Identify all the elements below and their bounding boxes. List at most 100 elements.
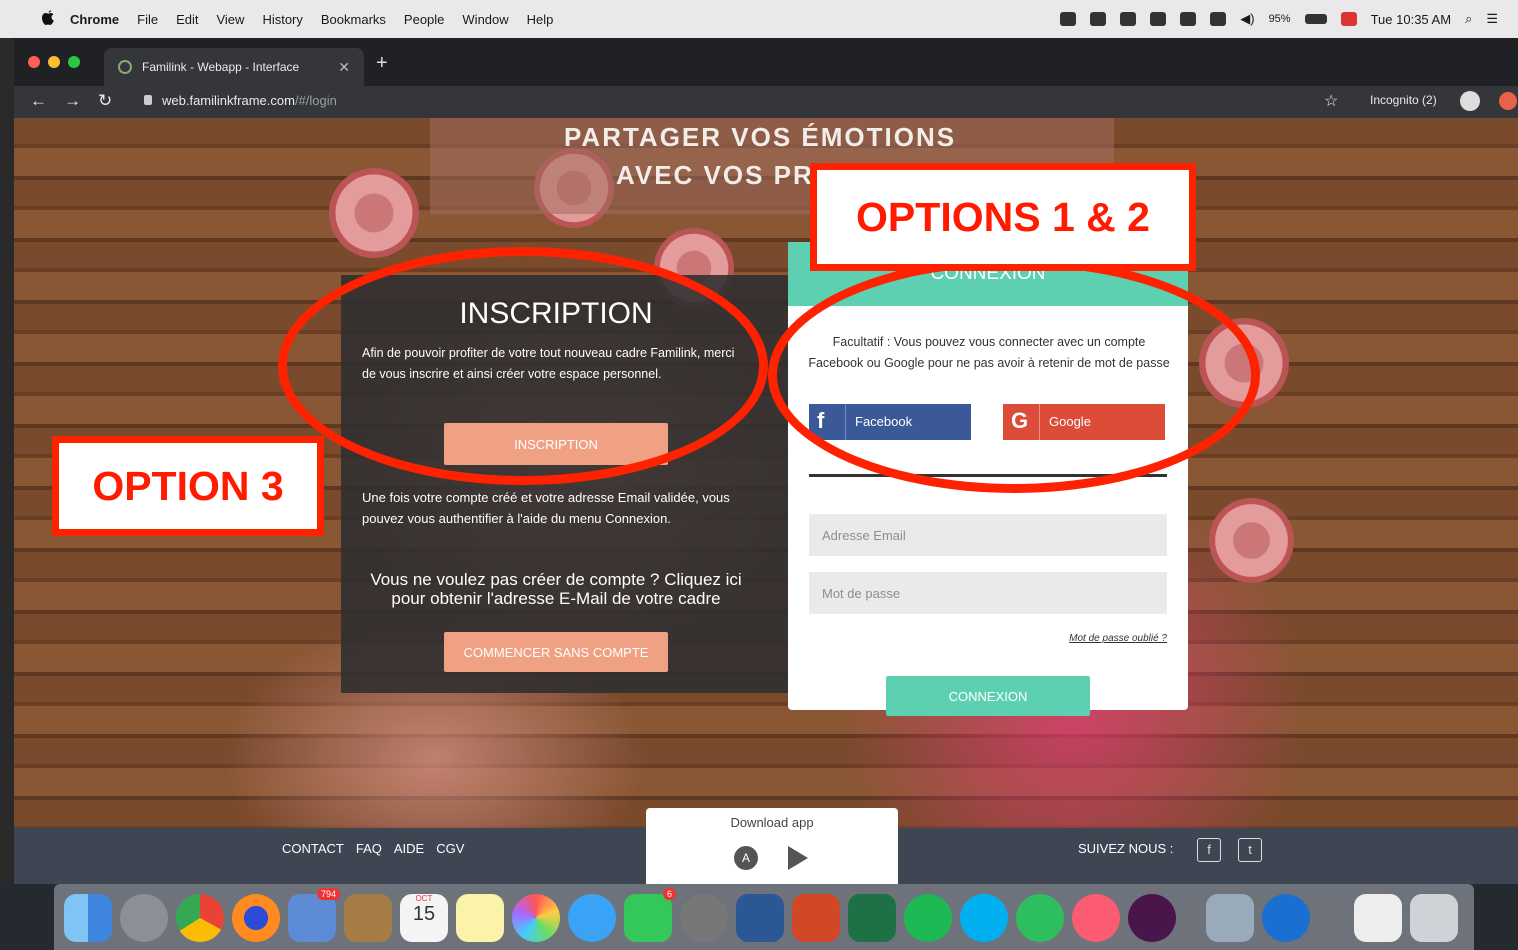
trash-icon[interactable]	[1410, 894, 1458, 942]
spotify-icon[interactable]	[904, 894, 952, 942]
option-3-text: OPTION 3	[59, 443, 317, 529]
download-app-panel: Download app A	[646, 808, 898, 884]
zoom-window-button[interactable]	[68, 56, 80, 68]
calendar-icon[interactable]: OCT 15	[400, 894, 448, 942]
volume-icon[interactable]: ◀)	[1240, 11, 1254, 27]
battery-icon[interactable]	[1304, 14, 1327, 24]
option-3-highlight-ellipse	[278, 247, 768, 485]
preview-icon[interactable]	[1206, 894, 1254, 942]
mail-icon[interactable]: 794	[288, 888, 340, 942]
powerpoint-icon[interactable]	[792, 894, 840, 942]
menu-bookmarks[interactable]: Bookmarks	[321, 12, 386, 27]
apple-icon[interactable]	[38, 9, 58, 29]
calendar-month: OCT	[415, 894, 433, 903]
favicon-icon	[118, 60, 132, 74]
minimize-window-button[interactable]	[48, 56, 60, 68]
document-stack-icon[interactable]	[1354, 894, 1402, 942]
notification-center-icon[interactable]: ☰	[1486, 11, 1498, 27]
messages-icon[interactable]	[568, 894, 616, 942]
clock[interactable]: Tue 10:35 AM	[1371, 12, 1451, 27]
facetime-badge: 6	[662, 888, 676, 900]
word-icon[interactable]	[736, 894, 784, 942]
connexion-submit-button[interactable]: CONNEXION	[886, 676, 1090, 716]
finder-icon[interactable]	[64, 894, 112, 942]
facetime-icon[interactable]: 6	[624, 888, 676, 942]
extension-icon[interactable]	[1499, 92, 1517, 110]
address-bar[interactable]: web.familinkframe.com/#/login	[162, 93, 337, 108]
photos-icon[interactable]	[512, 894, 560, 942]
hair-roller-image	[329, 168, 419, 258]
lock-icon[interactable]	[144, 95, 152, 105]
new-tab-icon[interactable]: +	[376, 52, 388, 75]
url-path: /#/login	[294, 93, 337, 108]
no-account-text[interactable]: Vous ne voulez pas créer de compte ? Cli…	[356, 570, 756, 608]
forgot-password-link[interactable]: Mot de passe oublié ?	[1069, 633, 1167, 644]
skype-icon[interactable]	[960, 894, 1008, 942]
evernote-status-icon[interactable]	[1120, 12, 1137, 26]
browser-tab[interactable]: Familink - Webapp - Interface ✕	[104, 48, 364, 86]
airplay-icon[interactable]	[1150, 12, 1167, 26]
battery-percent: 95%	[1268, 13, 1291, 25]
calendar-day: 15	[412, 903, 436, 925]
forward-arrow-icon[interactable]: →	[64, 91, 81, 111]
excel-icon[interactable]	[848, 894, 896, 942]
menu-app-name[interactable]: Chrome	[70, 12, 119, 27]
firefox-icon[interactable]	[232, 894, 280, 942]
menu-help[interactable]: Help	[527, 12, 554, 27]
back-arrow-icon[interactable]: ←	[30, 91, 47, 111]
menu-edit[interactable]: Edit	[176, 12, 198, 27]
chrome-tabstrip: Familink - Webapp - Interface ✕ +	[14, 38, 1518, 86]
launchpad-icon[interactable]	[120, 894, 168, 942]
reload-icon[interactable]: ↻	[98, 91, 112, 111]
options-1-2-text: OPTIONS 1 & 2	[817, 170, 1189, 264]
quicktime-icon[interactable]	[1262, 894, 1310, 942]
footer-link-faq[interactable]: FAQ	[356, 841, 382, 856]
flag-icon[interactable]	[1340, 12, 1357, 26]
wifi-icon[interactable]	[1210, 12, 1227, 26]
bluetooth-icon[interactable]	[1180, 12, 1197, 26]
password-field[interactable]	[809, 572, 1167, 614]
tab-title: Familink - Webapp - Interface	[142, 60, 300, 74]
menu-window[interactable]: Window	[462, 12, 508, 27]
spotlight-search-icon[interactable]: ⌕	[1465, 11, 1472, 27]
menu-people[interactable]: People	[404, 12, 444, 27]
chrome-toolbar: ← → ↻ web.familinkframe.com/#/login ☆ In…	[14, 86, 1518, 118]
url-host: web.familinkframe.com	[162, 93, 295, 108]
bookmark-star-icon[interactable]: ☆	[1324, 91, 1338, 111]
close-window-button[interactable]	[28, 56, 40, 68]
menu-view[interactable]: View	[216, 12, 244, 27]
macos-dock: 794 OCT 15 6	[54, 884, 1474, 950]
email-field[interactable]	[809, 514, 1167, 556]
start-without-account-button[interactable]: COMMENCER SANS COMPTE	[444, 632, 668, 672]
options-1-2-highlight-ellipse	[768, 257, 1260, 493]
option-3-label: OPTION 3	[52, 436, 324, 536]
screenshot-icon[interactable]	[1090, 12, 1107, 26]
google-play-icon[interactable]	[788, 846, 808, 870]
system-preferences-icon[interactable]	[680, 894, 728, 942]
incognito-label[interactable]: Incognito (2)	[1370, 93, 1437, 107]
contacts-icon[interactable]	[344, 894, 392, 942]
macos-menubar: Chrome File Edit View History Bookmarks …	[0, 0, 1518, 38]
notes-icon[interactable]	[456, 894, 504, 942]
cloud-icon[interactable]	[1060, 12, 1077, 26]
options-1-2-label: OPTIONS 1 & 2	[810, 163, 1196, 271]
download-app-label: Download app	[730, 815, 814, 830]
incognito-icon[interactable]	[1460, 91, 1480, 111]
mail-badge: 794	[316, 888, 340, 900]
close-tab-icon[interactable]: ✕	[338, 59, 350, 76]
inscription-after-text: Une fois votre compte créé et votre adre…	[362, 490, 730, 526]
hair-roller-image	[1209, 498, 1294, 583]
twitter-social-icon[interactable]: t	[1238, 838, 1262, 862]
slack-icon[interactable]	[1128, 894, 1176, 942]
evernote-icon[interactable]	[1016, 894, 1064, 942]
menu-file[interactable]: File	[137, 12, 158, 27]
footer-link-cgv[interactable]: CGV	[436, 841, 464, 856]
app-store-icon[interactable]: A	[734, 846, 758, 870]
chrome-icon[interactable]	[176, 894, 224, 942]
menu-history[interactable]: History	[262, 12, 302, 27]
heading-line-1: PARTAGER VOS ÉMOTIONS	[564, 122, 957, 152]
facebook-social-icon[interactable]: f	[1197, 838, 1221, 862]
footer-link-contact[interactable]: CONTACT	[282, 841, 344, 856]
itunes-icon[interactable]	[1072, 894, 1120, 942]
footer-link-aide[interactable]: AIDE	[394, 841, 424, 856]
